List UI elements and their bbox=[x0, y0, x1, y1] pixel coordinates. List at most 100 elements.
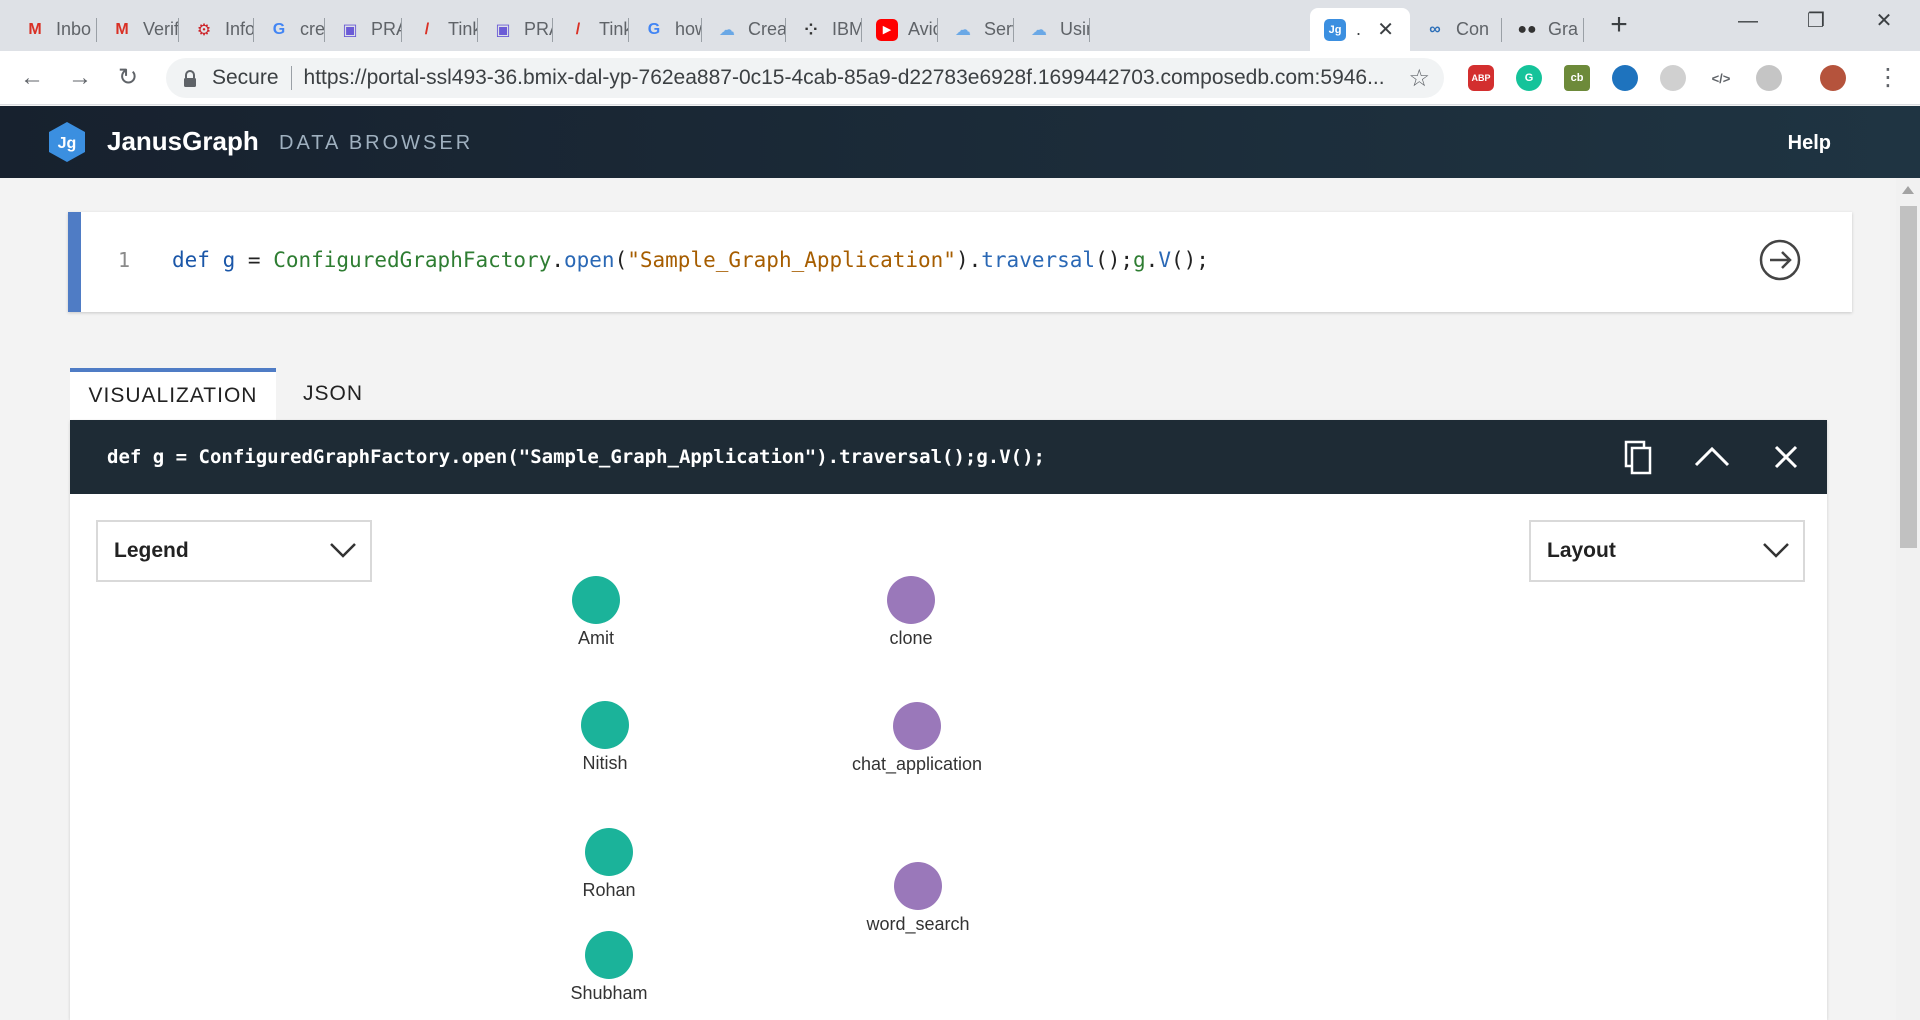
chevron-down-icon bbox=[1763, 543, 1789, 558]
graph-node-circle[interactable] bbox=[887, 576, 935, 624]
app-brand: JanusGraph bbox=[107, 126, 259, 156]
youtube-icon: ▶ bbox=[876, 18, 898, 41]
omnibox-divider bbox=[290, 66, 292, 90]
browser-tab[interactable]: / Tink bbox=[402, 8, 478, 51]
browser-toolbar: ← → ↻ Secure https://portal-ssl493-36.bm… bbox=[0, 51, 1920, 105]
browser-tab[interactable]: ▶ Avic bbox=[862, 8, 938, 51]
help-link[interactable]: Help bbox=[1788, 132, 1831, 155]
code-token: (); bbox=[1095, 248, 1133, 272]
collapse-chevron-up-icon[interactable] bbox=[1692, 437, 1732, 477]
square-target-icon: ▣ bbox=[495, 21, 511, 39]
tab-visualization[interactable]: VISUALIZATION bbox=[70, 368, 276, 420]
browser-tab-title: Verif bbox=[143, 19, 179, 39]
code-token: ). bbox=[955, 248, 982, 272]
browser-tab[interactable]: Ghow bbox=[629, 8, 702, 51]
graph-node-label: clone bbox=[889, 628, 933, 648]
cloud-icon: ☁ bbox=[955, 21, 971, 39]
address-bar[interactable]: Secure https://portal-ssl493-36.bmix-dal… bbox=[166, 58, 1444, 98]
browser-tab[interactable]: ☁ Crea bbox=[702, 8, 786, 51]
run-query-icon[interactable] bbox=[1758, 238, 1802, 282]
browser-tab[interactable]: ∞ Con bbox=[1410, 8, 1502, 51]
svg-text:Jg: Jg bbox=[58, 135, 77, 152]
adblock-icon[interactable]: ABP bbox=[1468, 65, 1494, 91]
browser-tab[interactable]: ☁ Usin bbox=[1014, 8, 1090, 51]
code-token: . bbox=[551, 248, 564, 272]
browser-tab-title: Serv bbox=[984, 19, 1014, 39]
glasses-icon: ●● bbox=[1517, 20, 1537, 38]
code-token: def bbox=[172, 248, 210, 272]
code-token: (); bbox=[1170, 248, 1209, 272]
minimize-window-button[interactable]: — bbox=[1718, 6, 1778, 36]
browser-tab-title: Tink bbox=[448, 19, 478, 39]
graph-node-circle[interactable] bbox=[585, 931, 633, 979]
cb-extension-icon[interactable]: cb bbox=[1564, 65, 1590, 91]
browser-tab[interactable]: ☁ Serv bbox=[938, 8, 1014, 51]
browser-tab[interactable]: M Verif bbox=[97, 8, 179, 51]
code-extension-icon[interactable]: </> bbox=[1708, 65, 1734, 91]
restore-window-button[interactable]: ❐ bbox=[1786, 6, 1846, 36]
editor-accent-bar bbox=[68, 212, 81, 312]
code-token: traversal bbox=[981, 248, 1096, 272]
profile-avatar[interactable] bbox=[1820, 65, 1846, 91]
page-scrollbar[interactable] bbox=[1896, 178, 1920, 1020]
editor-line-number: 1 bbox=[118, 248, 131, 272]
browser-menu-icon[interactable]: ⋮ bbox=[1876, 63, 1900, 93]
browser-tab[interactable]: ▣ PRA bbox=[478, 8, 553, 51]
graph-node-label: Nitish bbox=[582, 753, 628, 773]
grammarly-icon[interactable]: G bbox=[1516, 65, 1542, 91]
bookmark-star-icon[interactable]: ☆ bbox=[1408, 64, 1430, 93]
transit-extension-icon[interactable] bbox=[1612, 65, 1638, 91]
browser-tab[interactable]: ▣ PRA bbox=[325, 8, 402, 51]
browser-tab[interactable]: Jg. ✕ bbox=[1310, 8, 1410, 51]
browser-tab-title: Crea bbox=[748, 19, 786, 39]
close-window-button[interactable]: ✕ bbox=[1854, 6, 1914, 36]
browser-tab-title: Con bbox=[1456, 19, 1490, 39]
scrollbar-thumb[interactable] bbox=[1900, 206, 1917, 548]
layout-dropdown[interactable]: Layout bbox=[1529, 520, 1805, 582]
reload-icon[interactable]: ↻ bbox=[112, 62, 144, 94]
back-arrow-icon[interactable]: ← bbox=[16, 62, 48, 94]
graph-node-circle[interactable] bbox=[894, 862, 942, 910]
code-token: g bbox=[222, 248, 236, 272]
legend-dropdown[interactable]: Legend bbox=[96, 520, 372, 582]
new-tab-button[interactable]: + bbox=[1604, 10, 1634, 40]
browser-tab[interactable]: ⁘ IBM bbox=[786, 8, 862, 51]
browser-tab[interactable]: M Inbo bbox=[10, 8, 97, 51]
puzzle-extension-icon[interactable] bbox=[1756, 65, 1782, 91]
browser-tab[interactable]: ⚙ Info bbox=[179, 8, 254, 51]
close-tab-icon[interactable]: ✕ bbox=[1377, 17, 1394, 42]
editor-code[interactable]: def g = ConfiguredGraphFactory.open("Sam… bbox=[172, 248, 1209, 272]
graph-node-circle[interactable] bbox=[581, 701, 629, 749]
query-editor[interactable]: 1 def g = ConfiguredGraphFactory.open("S… bbox=[68, 212, 1852, 312]
browser-tab[interactable]: ●● Gra bbox=[1502, 8, 1584, 51]
google-icon: G bbox=[272, 20, 286, 38]
lock-icon bbox=[182, 68, 198, 88]
pencil-icon: / bbox=[424, 20, 430, 38]
url-text[interactable]: https://portal-ssl493-36.bmix-dal-yp-762… bbox=[304, 66, 1384, 90]
browser-tab-title: . bbox=[1356, 19, 1362, 39]
chain-icon: ∞ bbox=[1429, 20, 1441, 38]
forward-arrow-icon[interactable]: → bbox=[64, 62, 96, 94]
chevron-down-icon bbox=[330, 543, 356, 558]
close-result-icon[interactable] bbox=[1766, 437, 1806, 477]
graph-node-circle[interactable] bbox=[585, 828, 633, 876]
google-icon: G bbox=[647, 20, 661, 38]
graph-node-label: Rohan bbox=[582, 880, 636, 900]
browser-tab-title: how bbox=[675, 19, 702, 39]
graph-node-circle[interactable] bbox=[893, 702, 941, 750]
copy-icon[interactable] bbox=[1618, 437, 1658, 477]
graph-node-circle[interactable] bbox=[572, 576, 620, 624]
app-subtitle: DATA BROWSER bbox=[279, 132, 474, 154]
scroll-up-arrow-icon[interactable] bbox=[1902, 186, 1914, 194]
code-token: ( bbox=[614, 248, 628, 272]
tab-json[interactable]: JSON bbox=[276, 368, 390, 420]
legend-label: Legend bbox=[114, 539, 189, 562]
grey-extension-icon[interactable] bbox=[1660, 65, 1686, 91]
code-token: g bbox=[1133, 248, 1146, 272]
main-content: 1 def g = ConfiguredGraphFactory.open("S… bbox=[0, 178, 1896, 1020]
browser-tab-title: crea bbox=[300, 19, 325, 39]
square-target-icon: ▣ bbox=[342, 21, 358, 39]
code-token: = bbox=[235, 248, 274, 272]
browser-tab[interactable]: Gcrea bbox=[254, 8, 325, 51]
browser-tab[interactable]: / Tink bbox=[553, 8, 629, 51]
